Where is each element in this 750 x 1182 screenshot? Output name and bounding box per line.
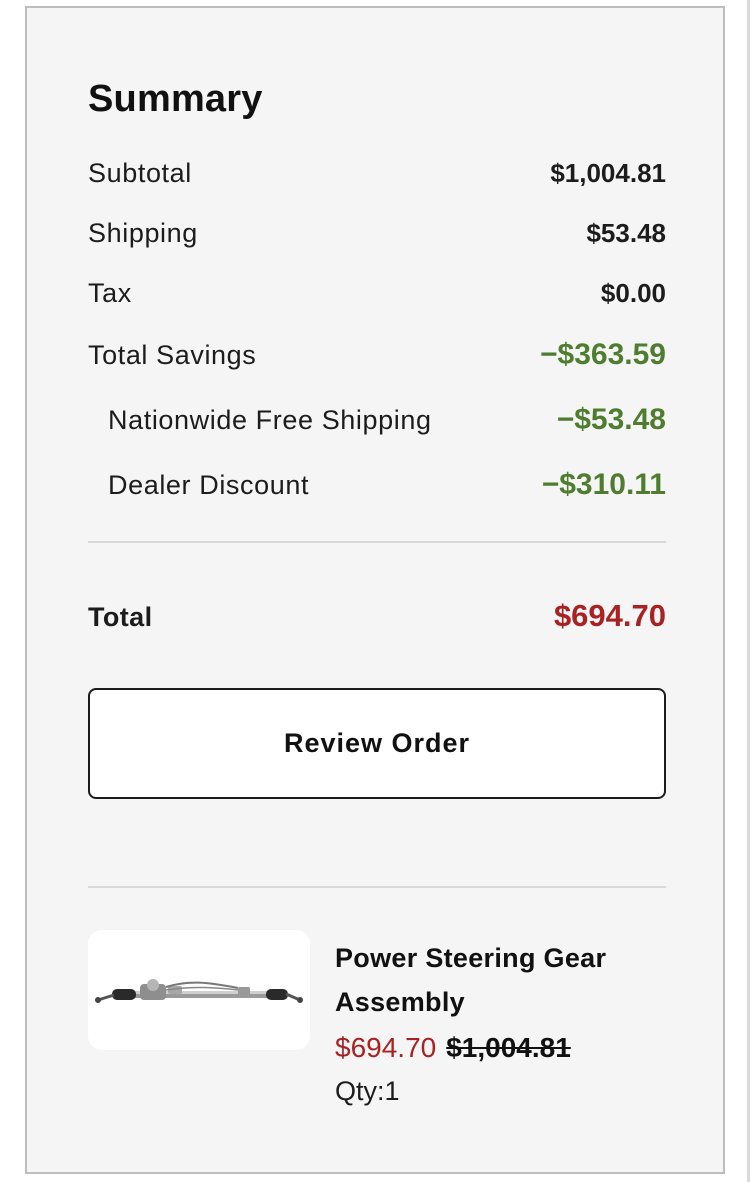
tax-row: Tax $0.00 [88,278,666,309]
product-info: Power Steering Gear Assembly $694.70 $1,0… [335,936,666,1107]
shipping-row: Shipping $53.48 [88,218,666,249]
product-divider [88,886,666,888]
dealer-discount-row: Dealer Discount −$310.11 [88,468,666,502]
total-label: Total [88,602,153,632]
free-shipping-value: −$53.48 [556,403,666,436]
total-row: Total $694.70 [88,598,666,634]
review-order-button[interactable]: Review Order [88,688,666,799]
total-savings-row: Total Savings −$363.59 [88,338,666,372]
product-image[interactable] [88,930,310,1050]
product-sale-price: $694.70 [335,1032,437,1063]
summary-title: Summary [88,78,263,120]
order-summary-panel: Summary Subtotal $1,004.81 Shipping $53.… [25,6,725,1174]
subtotal-row: Subtotal $1,004.81 [88,158,666,189]
free-shipping-row: Nationwide Free Shipping −$53.48 [88,403,666,437]
steering-rack-icon [95,979,303,1003]
product-original-price: $1,004.81 [446,1032,571,1063]
tax-label: Tax [88,278,132,308]
shipping-value: $53.48 [586,218,666,248]
subtotal-value: $1,004.81 [550,158,666,188]
subtotal-label: Subtotal [88,158,192,188]
dealer-discount-value: −$310.11 [541,468,666,501]
tax-value: $0.00 [600,278,666,308]
total-savings-value: −$363.59 [540,338,666,371]
product-name[interactable]: Power Steering Gear Assembly [335,936,666,1024]
total-savings-label: Total Savings [88,340,257,370]
free-shipping-label: Nationwide Free Shipping [108,405,432,435]
total-value: $694.70 [553,598,666,633]
summary-divider [88,541,666,543]
checkout-page: Summary Subtotal $1,004.81 Shipping $53.… [0,0,750,1182]
product-qty: Qty:1 [335,1076,400,1106]
dealer-discount-label: Dealer Discount [108,470,310,500]
shipping-label: Shipping [88,218,198,248]
product-price-line: $694.70 $1,004.81 [335,1028,666,1068]
